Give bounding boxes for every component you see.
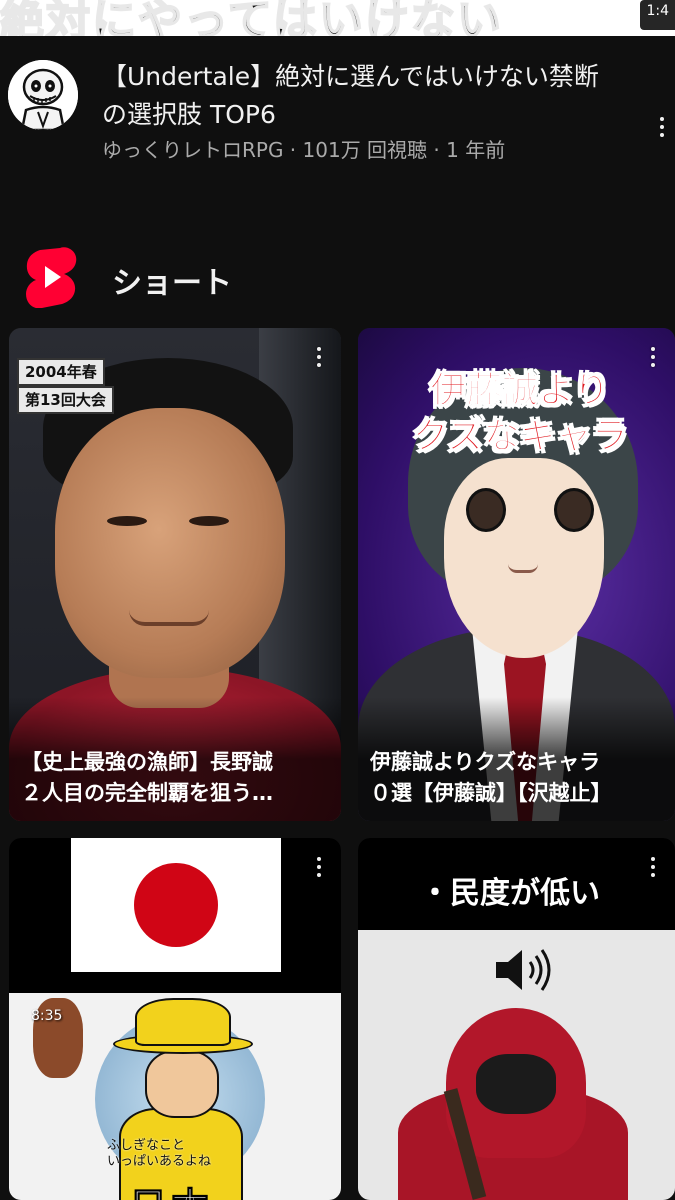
video-meta-row[interactable]: 【Undertale】絶対に選んではいけない禁断の選択肢 TOP6 ゆっくりレト… <box>0 50 675 180</box>
thumbnail-figure <box>129 610 209 626</box>
short-more-options-icon[interactable] <box>643 342 663 372</box>
speaker-icon <box>496 949 551 991</box>
thumbnail-subtitle: ふしぎなこと いっぱいあるよね <box>107 1138 211 1170</box>
thumbnail-tournament-label: 第13回大会 <box>17 386 114 414</box>
thumbnail-title-text: 絶対にやってはいけない <box>0 0 503 36</box>
short-title-line: ２人目の完全制覇を狙う… <box>21 781 273 805</box>
short-card[interactable]: ・民度が低い <box>358 838 675 1200</box>
thumbnail-figure <box>476 1054 556 1114</box>
shorts-section-title: ショート <box>112 266 232 301</box>
video-duration-badge: 1:4 <box>640 0 675 30</box>
thumbnail-figure <box>508 564 538 573</box>
short-card[interactable]: 伊藤誠より クズなキャラ 伊藤誠よりクズなキャラ ０選【伊藤誠】【沢越止】 <box>358 328 675 821</box>
shorts-section-header: ショート <box>0 240 675 314</box>
thumbnail-figure <box>107 516 147 526</box>
short-title-line: 【史上最強の漁師】長野誠 <box>21 750 273 774</box>
short-more-options-icon[interactable] <box>643 852 663 882</box>
short-more-options-icon[interactable] <box>309 852 329 882</box>
channel-avatar[interactable] <box>8 60 78 130</box>
short-title: 【史上最強の漁師】長野誠 ２人目の完全制覇を狙う… <box>9 697 341 821</box>
previous-video-thumbnail[interactable]: 絶対にやってはいけない 1:4 <box>0 0 675 36</box>
thumbnail-figure <box>55 408 285 678</box>
video-title[interactable]: 【Undertale】絶対に選んではいけない禁断の選択肢 TOP6 <box>102 58 622 134</box>
short-title: 伊藤誠よりクズなキャラ ０選【伊藤誠】【沢越止】 <box>358 697 675 821</box>
thumbnail-figure <box>145 1050 219 1118</box>
thumbnail-figure <box>135 998 231 1046</box>
short-card[interactable]: 8:35 ふしぎなこと いっぱいあるよね 日本 <box>9 838 341 1200</box>
thumbnail-figure <box>466 488 506 532</box>
thumbnail-time-label: 8:35 <box>31 1008 63 1024</box>
thumbnail-overlay-line: 伊藤誠より <box>430 370 610 412</box>
skull-icon <box>8 60 78 130</box>
youtube-feed: 絶対にやってはいけない 1:4 【Undertale】絶対に選んではいけない禁断… <box>0 0 675 1200</box>
japan-flag-icon <box>71 838 281 972</box>
short-card[interactable]: 2004年春 第13回大会 【史上最強の漁師】長野誠 ２人目の完全制覇を狙う… <box>9 328 341 821</box>
thumbnail-figure <box>189 516 229 526</box>
thumbnail-figure <box>444 458 604 658</box>
thumbnail-subtitle-line: ふしぎなこと <box>107 1138 186 1153</box>
thumbnail-subtitle-line: いっぱいあるよね <box>107 1154 212 1169</box>
short-more-options-icon[interactable] <box>309 342 329 372</box>
thumbnail-overlay-text: 伊藤誠より クズなキャラ <box>380 368 660 460</box>
shorts-logo-icon <box>26 247 77 308</box>
video-more-options-icon[interactable] <box>652 112 672 142</box>
thumbnail-bottom-text: 日本 <box>128 1176 213 1200</box>
thumbnail-year-label: 2004年春 <box>17 358 105 386</box>
short-title-line: ０選【伊藤誠】【沢越止】 <box>370 781 612 805</box>
video-metadata: ゆっくりレトロRPG · 101万 回視聴 · 1 年前 <box>102 138 506 162</box>
thumbnail-figure <box>554 488 594 532</box>
short-title-line: 伊藤誠よりクズなキャラ <box>370 750 601 774</box>
thumbnail-overlay-line: クズなキャラ <box>412 416 628 458</box>
thumbnail-overlay-text: ・民度が低い <box>420 876 600 911</box>
flag-sun <box>134 863 218 947</box>
